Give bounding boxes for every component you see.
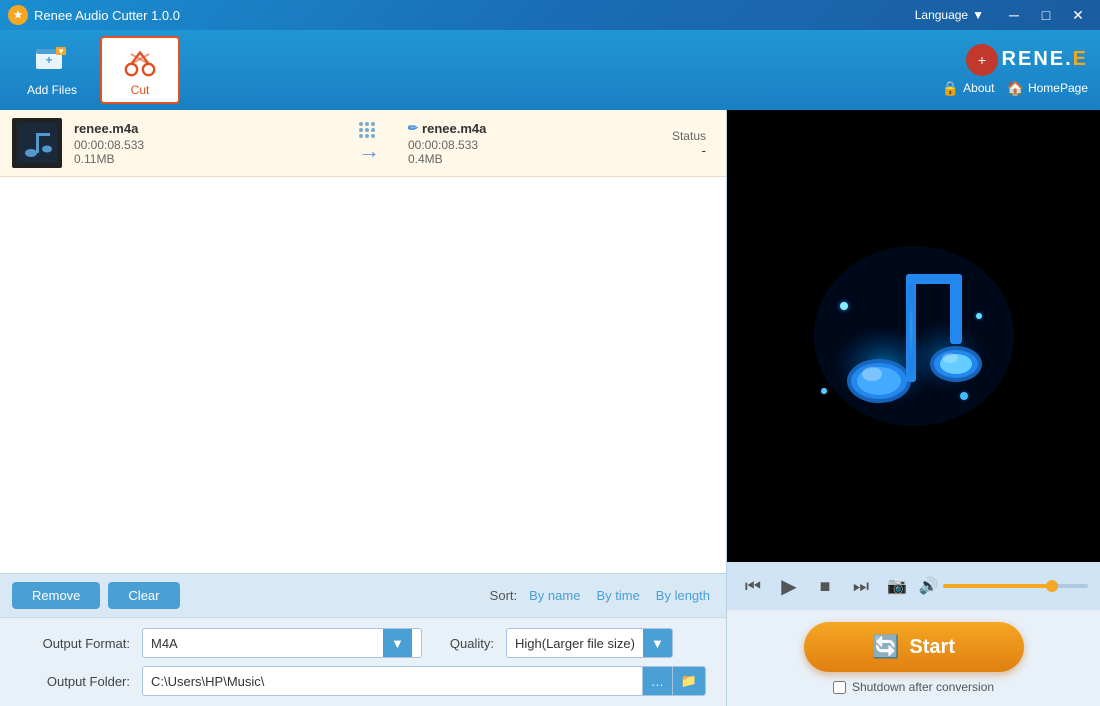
table-row[interactable]: renee.m4a 00:00:08.533 0.11MB xyxy=(0,110,726,177)
right-panel: ⏮ ▶ ■ ⏭ 📷 🔊 🔄 Start Shutdown afte xyxy=(726,110,1100,706)
start-area: 🔄 Start Shutdown after conversion xyxy=(727,610,1100,706)
toolbar-links: 🔒 About 🏠 HomePage xyxy=(942,80,1088,97)
shutdown-label: Shutdown after conversion xyxy=(852,680,994,694)
svg-text:+: + xyxy=(45,53,52,67)
start-label: Start xyxy=(909,636,955,659)
add-files-button[interactable]: + ▼ Add Files xyxy=(12,36,92,104)
file-thumbnail xyxy=(12,118,62,168)
app-logo: ★ xyxy=(8,5,28,25)
language-selector[interactable]: Language ▼ xyxy=(915,8,984,22)
output-size: 0.4MB xyxy=(408,152,660,166)
shutdown-row: Shutdown after conversion xyxy=(833,680,994,694)
bottom-bar: Remove Clear Sort: By name By time By le… xyxy=(0,573,726,617)
language-label: Language xyxy=(915,8,968,22)
output-folder-input[interactable] xyxy=(143,670,642,693)
window-controls: ─ □ ✕ xyxy=(1000,4,1092,26)
minimize-button[interactable]: ─ xyxy=(1000,4,1028,26)
start-button[interactable]: 🔄 Start xyxy=(804,622,1024,672)
file-input-info: renee.m4a 00:00:08.533 0.11MB xyxy=(74,121,326,166)
volume-slider-track[interactable] xyxy=(943,584,1088,588)
skip-forward-button[interactable]: ⏭ xyxy=(847,572,875,600)
output-filename: renee.m4a xyxy=(422,121,486,136)
volume-icon: 🔊 xyxy=(919,576,939,596)
output-folder-input-wrapper: … 📁 xyxy=(142,666,706,696)
preview-area xyxy=(727,110,1100,562)
main-area: renee.m4a 00:00:08.533 0.11MB xyxy=(0,110,1100,706)
output-format-select[interactable]: M4A MP3 WAV AAC xyxy=(143,632,383,655)
quality-dropdown-icon: ▼ xyxy=(643,629,672,657)
close-button[interactable]: ✕ xyxy=(1064,4,1092,26)
svg-text:+: + xyxy=(977,52,985,68)
arrow-indicator: → xyxy=(338,122,396,164)
edit-icon: ✏ xyxy=(408,121,418,135)
input-size: 0.11MB xyxy=(74,152,326,166)
file-list: renee.m4a 00:00:08.533 0.11MB xyxy=(0,110,726,573)
quality-label: Quality: xyxy=(434,636,494,651)
output-folder-row: Output Folder: … 📁 xyxy=(20,666,706,696)
left-panel: renee.m4a 00:00:08.533 0.11MB xyxy=(0,110,726,706)
settings-bar: Output Format: M4A MP3 WAV AAC ▼ Quality… xyxy=(0,617,726,706)
output-format-label: Output Format: xyxy=(20,636,130,651)
language-dropdown-icon: ▼ xyxy=(972,8,984,22)
add-files-label: Add Files xyxy=(27,83,77,97)
output-duration: 00:00:08.533 xyxy=(408,138,660,152)
status-value: - xyxy=(672,143,706,158)
remove-button[interactable]: Remove xyxy=(12,582,100,609)
about-link[interactable]: 🔒 About xyxy=(942,80,995,97)
lock-icon: 🔒 xyxy=(942,80,959,97)
sort-label: Sort: xyxy=(490,588,517,603)
status-label: Status xyxy=(672,129,706,143)
stop-button[interactable]: ■ xyxy=(811,572,839,600)
play-button[interactable]: ▶ xyxy=(775,572,803,600)
homepage-label: HomePage xyxy=(1028,81,1088,95)
browse-button[interactable]: … xyxy=(642,667,672,695)
brand-name: RENE.E xyxy=(1002,48,1088,71)
title-bar: ★ Renee Audio Cutter 1.0.0 Language ▼ ─ … xyxy=(0,0,1100,30)
output-filename-row: ✏ renee.m4a xyxy=(408,121,660,136)
about-label: About xyxy=(963,81,994,95)
toolbar: + ▼ Add Files Cut + xyxy=(0,30,1100,110)
clear-button[interactable]: Clear xyxy=(108,582,179,609)
maximize-button[interactable]: □ xyxy=(1032,4,1060,26)
shutdown-checkbox[interactable] xyxy=(833,681,846,694)
volume-slider-thumb[interactable] xyxy=(1046,580,1058,592)
file-output-info: ✏ renee.m4a 00:00:08.533 0.4MB xyxy=(408,121,660,166)
sort-by-time-button[interactable]: By time xyxy=(592,586,643,605)
sort-by-name-button[interactable]: By name xyxy=(525,586,584,605)
cut-button[interactable]: Cut xyxy=(100,36,180,104)
format-dropdown-icon: ▼ xyxy=(383,629,412,657)
add-files-icon: + ▼ xyxy=(34,43,70,79)
sort-area: Sort: By name By time By length xyxy=(490,586,714,605)
input-duration: 00:00:08.533 xyxy=(74,138,326,152)
screenshot-button[interactable]: 📷 xyxy=(887,576,907,596)
empty-list-area xyxy=(0,177,726,237)
toolbar-right: + RENE.E 🔒 About 🏠 HomePage xyxy=(942,30,1100,110)
sort-by-length-button[interactable]: By length xyxy=(652,586,714,605)
quality-select[interactable]: High(Larger file size) Medium Low xyxy=(507,632,643,655)
homepage-link[interactable]: 🏠 HomePage xyxy=(1007,80,1088,97)
brand-logo-area: + RENE.E xyxy=(942,44,1088,76)
input-filename: renee.m4a xyxy=(74,121,326,136)
file-status: Status - xyxy=(672,129,714,158)
output-format-select-wrapper: M4A MP3 WAV AAC ▼ xyxy=(142,628,422,658)
skip-back-button[interactable]: ⏮ xyxy=(739,572,767,600)
player-controls: ⏮ ▶ ■ ⏭ 📷 🔊 xyxy=(727,562,1100,610)
volume-control: 🔊 xyxy=(919,576,1088,596)
home-icon: 🏠 xyxy=(1007,80,1024,97)
output-format-row: Output Format: M4A MP3 WAV AAC ▼ Quality… xyxy=(20,628,706,658)
app-title: Renee Audio Cutter 1.0.0 xyxy=(34,8,915,23)
start-icon: 🔄 xyxy=(872,634,899,660)
volume-slider-fill xyxy=(943,584,1052,588)
cut-icon xyxy=(122,43,158,79)
music-visualization xyxy=(794,226,1034,446)
output-folder-label: Output Folder: xyxy=(20,674,130,689)
open-folder-button[interactable]: 📁 xyxy=(672,667,705,695)
cut-label: Cut xyxy=(131,83,150,97)
quality-select-wrapper: High(Larger file size) Medium Low ▼ xyxy=(506,628,673,658)
svg-text:▼: ▼ xyxy=(57,47,65,56)
